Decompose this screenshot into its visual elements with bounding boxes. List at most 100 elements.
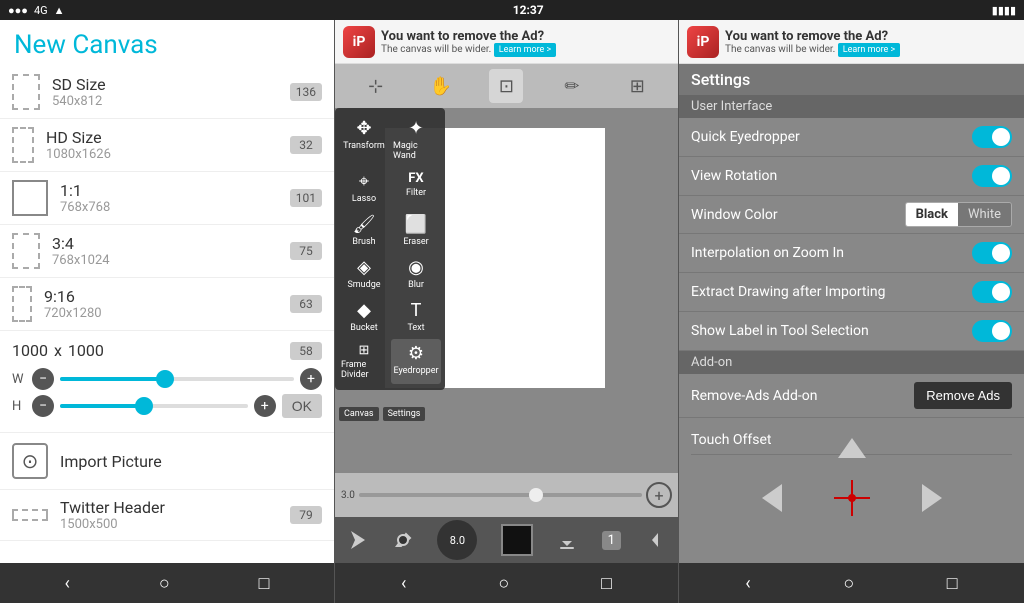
canvas-item-1x1[interactable]: 1:1 768x768 101 <box>0 172 334 225</box>
color-black-option[interactable]: Black <box>906 203 958 226</box>
pen-tool-bottom-btn[interactable] <box>392 529 414 551</box>
magic-wand-icon: ✦ <box>408 118 423 139</box>
top-toolbar-p2: ⊹ ✋ ⊡ ✏ ⊞ <box>335 64 678 108</box>
ad-banner-p2[interactable]: iP You want to remove the Ad? The canvas… <box>335 20 678 64</box>
canvas-thumb-sd <box>12 74 40 110</box>
learn-more-btn-p3[interactable]: Learn more > <box>838 43 900 57</box>
canvas-list: SD Size 540x812 136 HD Size 1080x1626 32… <box>0 66 334 563</box>
arrow-tool-btn[interactable] <box>347 529 369 551</box>
custom-dims-display: 1000 x 1000 58 <box>12 341 322 360</box>
filter-icon: FX <box>408 171 423 186</box>
tool-magic-wand[interactable]: ✦ Magic Wand <box>391 114 441 165</box>
toggle-show-label[interactable] <box>972 320 1012 342</box>
color-white-option[interactable]: White <box>958 203 1011 226</box>
import-picture-item[interactable]: ⊙ Import Picture <box>0 433 334 490</box>
toggle-view-rotation[interactable] <box>972 165 1012 187</box>
canvas-item-hd[interactable]: HD Size 1080x1626 32 <box>0 119 334 172</box>
arrow-right-icon[interactable] <box>922 484 942 512</box>
remove-ads-label: Remove-Ads Add-on <box>691 388 914 404</box>
zoom-slider[interactable] <box>359 493 642 497</box>
width-minus-button[interactable]: − <box>32 368 54 390</box>
canvas-tab-label[interactable]: Canvas <box>339 407 379 421</box>
canvas-custom-section: 1000 x 1000 58 W − + H <box>0 331 334 433</box>
smudge-icon: ◈ <box>357 257 371 278</box>
stamp-tool-btn[interactable]: ⊡ <box>489 69 523 103</box>
arrow-up-icon[interactable] <box>838 438 866 458</box>
home-button-p1[interactable]: ○ <box>159 573 170 594</box>
back-button-p3[interactable]: ‹ <box>745 573 750 594</box>
canvas-info-twitter: Twitter Header 1500x500 <box>60 498 290 532</box>
recent-button-p3[interactable]: □ <box>947 573 958 594</box>
battery-icon: ▮▮▮▮ <box>992 4 1016 17</box>
nav-bar-panel1: ‹ ○ □ <box>0 563 334 603</box>
bucket-icon: ◆ <box>357 300 371 321</box>
height-plus-button[interactable]: + <box>254 395 276 417</box>
color-swatch <box>501 524 533 556</box>
color-swatch-btn[interactable] <box>501 524 533 556</box>
toggle-quick-eyedropper[interactable] <box>972 126 1012 148</box>
touch-offset-section: Touch Offset <box>679 418 1024 541</box>
download-btn[interactable] <box>556 529 578 551</box>
tool-transform[interactable]: ✥ Transform <box>339 114 389 165</box>
canvas-item-twitter[interactable]: Twitter Header 1500x500 79 <box>0 490 334 541</box>
canvas-info-3x4: 3:4 768x1024 <box>52 234 290 268</box>
pen-tool-btn[interactable]: ✏ <box>555 69 589 103</box>
canvas-info-sd: SD Size 540x812 <box>52 75 290 109</box>
time-label: 12:37 <box>513 3 544 17</box>
bottom-slider-bar: 3.0 + <box>335 473 678 517</box>
tool-filter[interactable]: FX Filter <box>391 167 441 208</box>
tool-smudge[interactable]: ◈ Smudge <box>339 253 389 294</box>
height-slider[interactable] <box>60 404 248 408</box>
remove-ads-button[interactable]: Remove Ads <box>914 382 1012 409</box>
canvas-item-sd[interactable]: SD Size 540x812 136 <box>0 66 334 119</box>
canvas-item-3x4[interactable]: 3:4 768x1024 75 <box>0 225 334 278</box>
page-title: New Canvas <box>14 30 320 60</box>
page-number: 1 <box>602 531 621 550</box>
canvas-thumb-twitter <box>12 509 48 521</box>
recent-button-p2[interactable]: □ <box>601 573 612 594</box>
new-canvas-panel: New Canvas SD Size 540x812 136 HD Size 1… <box>0 20 334 603</box>
status-bar: ●●● 4G ▲ 12:37 ▮▮▮▮ <box>0 0 1024 20</box>
width-slider[interactable] <box>60 377 294 381</box>
toggle-extract-drawing[interactable] <box>972 281 1012 303</box>
home-button-p3[interactable]: ○ <box>843 573 854 594</box>
height-label: H <box>12 399 26 414</box>
ad-text-p2: You want to remove the Ad? The canvas wi… <box>381 29 556 55</box>
back-button-p2[interactable]: ‹ <box>401 573 406 594</box>
canvas-info-9x16: 9:16 720x1280 <box>44 287 290 321</box>
back-btn-p2-bottom[interactable] <box>644 529 666 551</box>
eraser-icon: ⬜ <box>405 214 427 235</box>
height-minus-button[interactable]: − <box>32 395 54 417</box>
ad-text-p3: You want to remove the Ad? The canvas wi… <box>725 29 900 55</box>
transform-tool-btn[interactable]: ✋ <box>424 69 458 103</box>
zoom-label: 3.0 <box>341 490 355 501</box>
learn-more-btn-p2[interactable]: Learn more > <box>494 43 556 57</box>
back-button-p1[interactable]: ‹ <box>64 573 69 594</box>
arrow-left-icon[interactable] <box>762 484 782 512</box>
width-plus-button[interactable]: + <box>300 368 322 390</box>
recent-button-p1[interactable]: □ <box>259 573 270 594</box>
tool-brush[interactable]: 🖌 Brush <box>339 210 389 251</box>
pages-btn[interactable]: 1 <box>602 531 621 550</box>
home-button-p2[interactable]: ○ <box>498 573 509 594</box>
draw-area[interactable]: ✥ Transform ✦ Magic Wand ⌖ Lasso FX Filt… <box>335 108 678 473</box>
toggle-interpolation[interactable] <box>972 242 1012 264</box>
select-tool-btn[interactable]: ⊹ <box>359 69 393 103</box>
ad-banner-p3[interactable]: iP You want to remove the Ad? The canvas… <box>679 20 1024 64</box>
tool-blur[interactable]: ◉ Blur <box>391 253 441 294</box>
settings-section-ui: User Interface <box>679 95 1024 118</box>
text-icon: T <box>411 300 422 321</box>
pen-value-btn[interactable]: 8.0 <box>437 520 477 560</box>
frame-tool-btn[interactable]: ⊞ <box>620 69 654 103</box>
crosshair-icon <box>832 478 872 518</box>
tool-eyedropper[interactable]: ⚙ Eyedropper <box>391 339 441 384</box>
settings-tab-label[interactable]: Settings <box>383 407 426 421</box>
ok-button[interactable]: OK <box>282 394 322 418</box>
tool-text[interactable]: T Text <box>391 296 441 337</box>
canvas-item-9x16[interactable]: 9:16 720x1280 63 <box>0 278 334 331</box>
add-layer-btn[interactable]: + <box>646 482 672 508</box>
tool-lasso[interactable]: ⌖ Lasso <box>339 167 389 208</box>
tool-eraser[interactable]: ⬜ Eraser <box>391 210 441 251</box>
tool-bucket[interactable]: ◆ Bucket <box>339 296 389 337</box>
tool-frame-divider[interactable]: ⊞ Frame Divider <box>339 339 389 384</box>
